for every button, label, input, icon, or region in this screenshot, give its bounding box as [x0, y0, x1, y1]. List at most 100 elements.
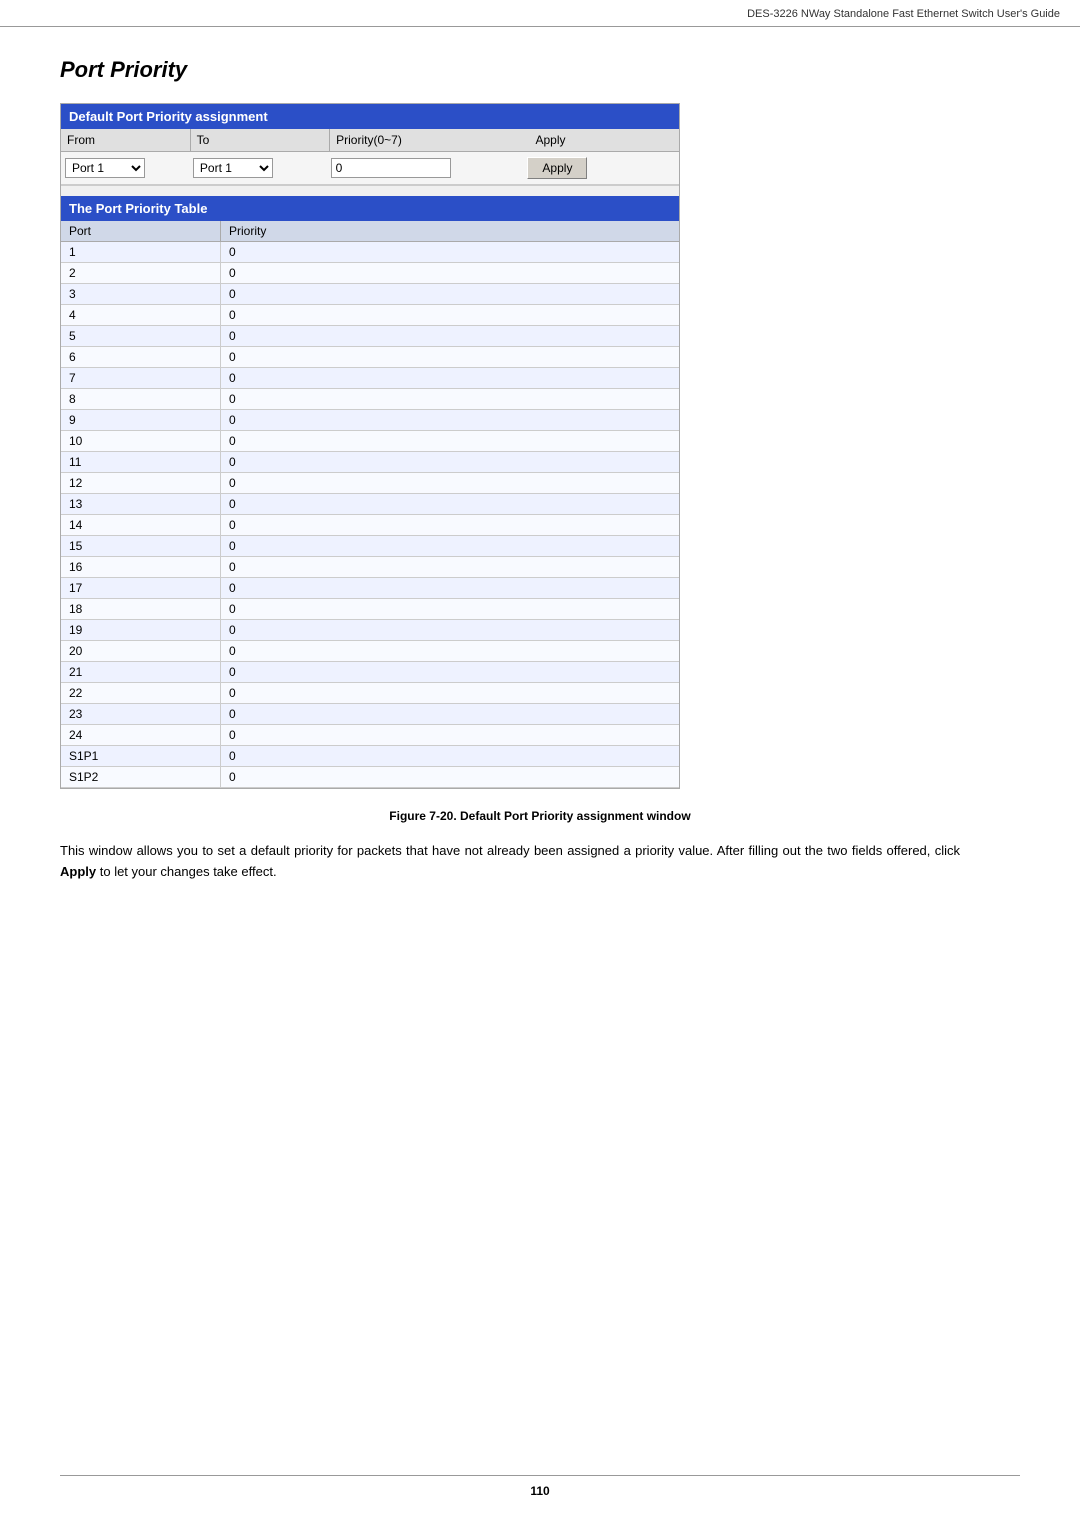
priority-table-header: The Port Priority Table	[61, 196, 679, 221]
priority-table-body: 1020304050607080901001101201301401501601…	[61, 242, 679, 788]
priority-value-cell: 0	[221, 410, 679, 430]
pt-col-header-priority: Priority	[221, 221, 679, 241]
priority-value-cell: 0	[221, 473, 679, 493]
assignment-header: Default Port Priority assignment	[61, 104, 679, 129]
header-bar: DES-3226 NWay Standalone Fast Ethernet S…	[0, 0, 1080, 27]
table-row: 140	[61, 515, 679, 536]
apply-cell: Apply	[527, 157, 675, 179]
table-row: S1P20	[61, 767, 679, 788]
priority-value-cell: 0	[221, 599, 679, 619]
table-row: 60	[61, 347, 679, 368]
port-cell: 3	[61, 284, 221, 304]
table-row: 90	[61, 410, 679, 431]
priority-value-cell: 0	[221, 305, 679, 325]
port-cell: 7	[61, 368, 221, 388]
table-row: 120	[61, 473, 679, 494]
table-row: 190	[61, 620, 679, 641]
table-row: 130	[61, 494, 679, 515]
col-header-to: To	[191, 129, 331, 151]
port-cell: 6	[61, 347, 221, 367]
port-cell: 12	[61, 473, 221, 493]
priority-value-cell: 0	[221, 662, 679, 682]
spacer	[61, 186, 679, 196]
priority-value-cell: 0	[221, 515, 679, 535]
footer-bar: 110	[60, 1475, 1020, 1498]
priority-value-cell: 0	[221, 431, 679, 451]
table-row: 20	[61, 263, 679, 284]
priority-value-cell: 0	[221, 242, 679, 262]
priority-cell	[331, 158, 528, 178]
table-row: 30	[61, 284, 679, 305]
from-cell: Port 1 Port 2 Port 3 Port 4 Port 5 Port …	[65, 158, 193, 178]
priority-value-cell: 0	[221, 704, 679, 724]
table-row: 150	[61, 536, 679, 557]
port-cell: 17	[61, 578, 221, 598]
page-title: Port Priority	[60, 57, 1020, 83]
priority-value-cell: 0	[221, 452, 679, 472]
port-cell: 16	[61, 557, 221, 577]
priority-value-cell: 0	[221, 536, 679, 556]
port-cell: 18	[61, 599, 221, 619]
priority-value-cell: 0	[221, 725, 679, 745]
desc-bold: Apply	[60, 864, 96, 879]
col-header-apply: Apply	[529, 129, 679, 151]
priority-value-cell: 0	[221, 494, 679, 514]
port-cell: 2	[61, 263, 221, 283]
port-cell: 11	[61, 452, 221, 472]
figure-caption: Figure 7-20. Default Port Priority assig…	[60, 809, 1020, 823]
priority-value-cell: 0	[221, 557, 679, 577]
table-row: 230	[61, 704, 679, 725]
priority-value-cell: 0	[221, 389, 679, 409]
priority-value-cell: 0	[221, 767, 679, 787]
priority-value-cell: 0	[221, 284, 679, 304]
from-select[interactable]: Port 1 Port 2 Port 3 Port 4 Port 5 Port …	[65, 158, 145, 178]
priority-value-cell: 0	[221, 263, 679, 283]
table-row: 210	[61, 662, 679, 683]
header-title: DES-3226 NWay Standalone Fast Ethernet S…	[747, 8, 1060, 20]
table-row: 10	[61, 242, 679, 263]
table-row: 170	[61, 578, 679, 599]
priority-value-cell: 0	[221, 578, 679, 598]
desc-text1: This window allows you to set a default …	[60, 843, 960, 858]
table-row: 160	[61, 557, 679, 578]
to-select[interactable]: Port 1 Port 2 Port 3 Port 4 Port 5 Port …	[193, 158, 273, 178]
table-row: 40	[61, 305, 679, 326]
pt-col-header-port: Port	[61, 221, 221, 241]
table-row: 200	[61, 641, 679, 662]
table-row: 180	[61, 599, 679, 620]
port-cell: 23	[61, 704, 221, 724]
table-row: 110	[61, 452, 679, 473]
input-row: Port 1 Port 2 Port 3 Port 4 Port 5 Port …	[61, 152, 679, 186]
port-cell: 21	[61, 662, 221, 682]
col-header-priority: Priority(0~7)	[330, 129, 529, 151]
table-row: 220	[61, 683, 679, 704]
priority-value-cell: 0	[221, 641, 679, 661]
port-cell: 20	[61, 641, 221, 661]
port-cell: 10	[61, 431, 221, 451]
priority-input[interactable]	[331, 158, 451, 178]
desc-text2: to let your changes take effect.	[96, 864, 276, 879]
port-cell: 5	[61, 326, 221, 346]
port-cell: 24	[61, 725, 221, 745]
description-text: This window allows you to set a default …	[60, 841, 960, 883]
priority-value-cell: 0	[221, 326, 679, 346]
priority-value-cell: 0	[221, 347, 679, 367]
port-cell: 14	[61, 515, 221, 535]
table-row: 80	[61, 389, 679, 410]
table-row: 240	[61, 725, 679, 746]
page-number: 110	[530, 1484, 549, 1498]
port-cell: 15	[61, 536, 221, 556]
to-cell: Port 1 Port 2 Port 3 Port 4 Port 5 Port …	[193, 158, 331, 178]
port-cell: S1P1	[61, 746, 221, 766]
apply-button[interactable]: Apply	[527, 157, 587, 179]
priority-value-cell: 0	[221, 368, 679, 388]
assignment-container: Default Port Priority assignment From To…	[60, 103, 680, 789]
port-cell: 22	[61, 683, 221, 703]
col-header-from: From	[61, 129, 191, 151]
port-cell: 9	[61, 410, 221, 430]
table-row: 70	[61, 368, 679, 389]
page-content: Port Priority Default Port Priority assi…	[0, 27, 1080, 923]
port-cell: 13	[61, 494, 221, 514]
col-headers-row: From To Priority(0~7) Apply	[61, 129, 679, 152]
port-cell: 8	[61, 389, 221, 409]
